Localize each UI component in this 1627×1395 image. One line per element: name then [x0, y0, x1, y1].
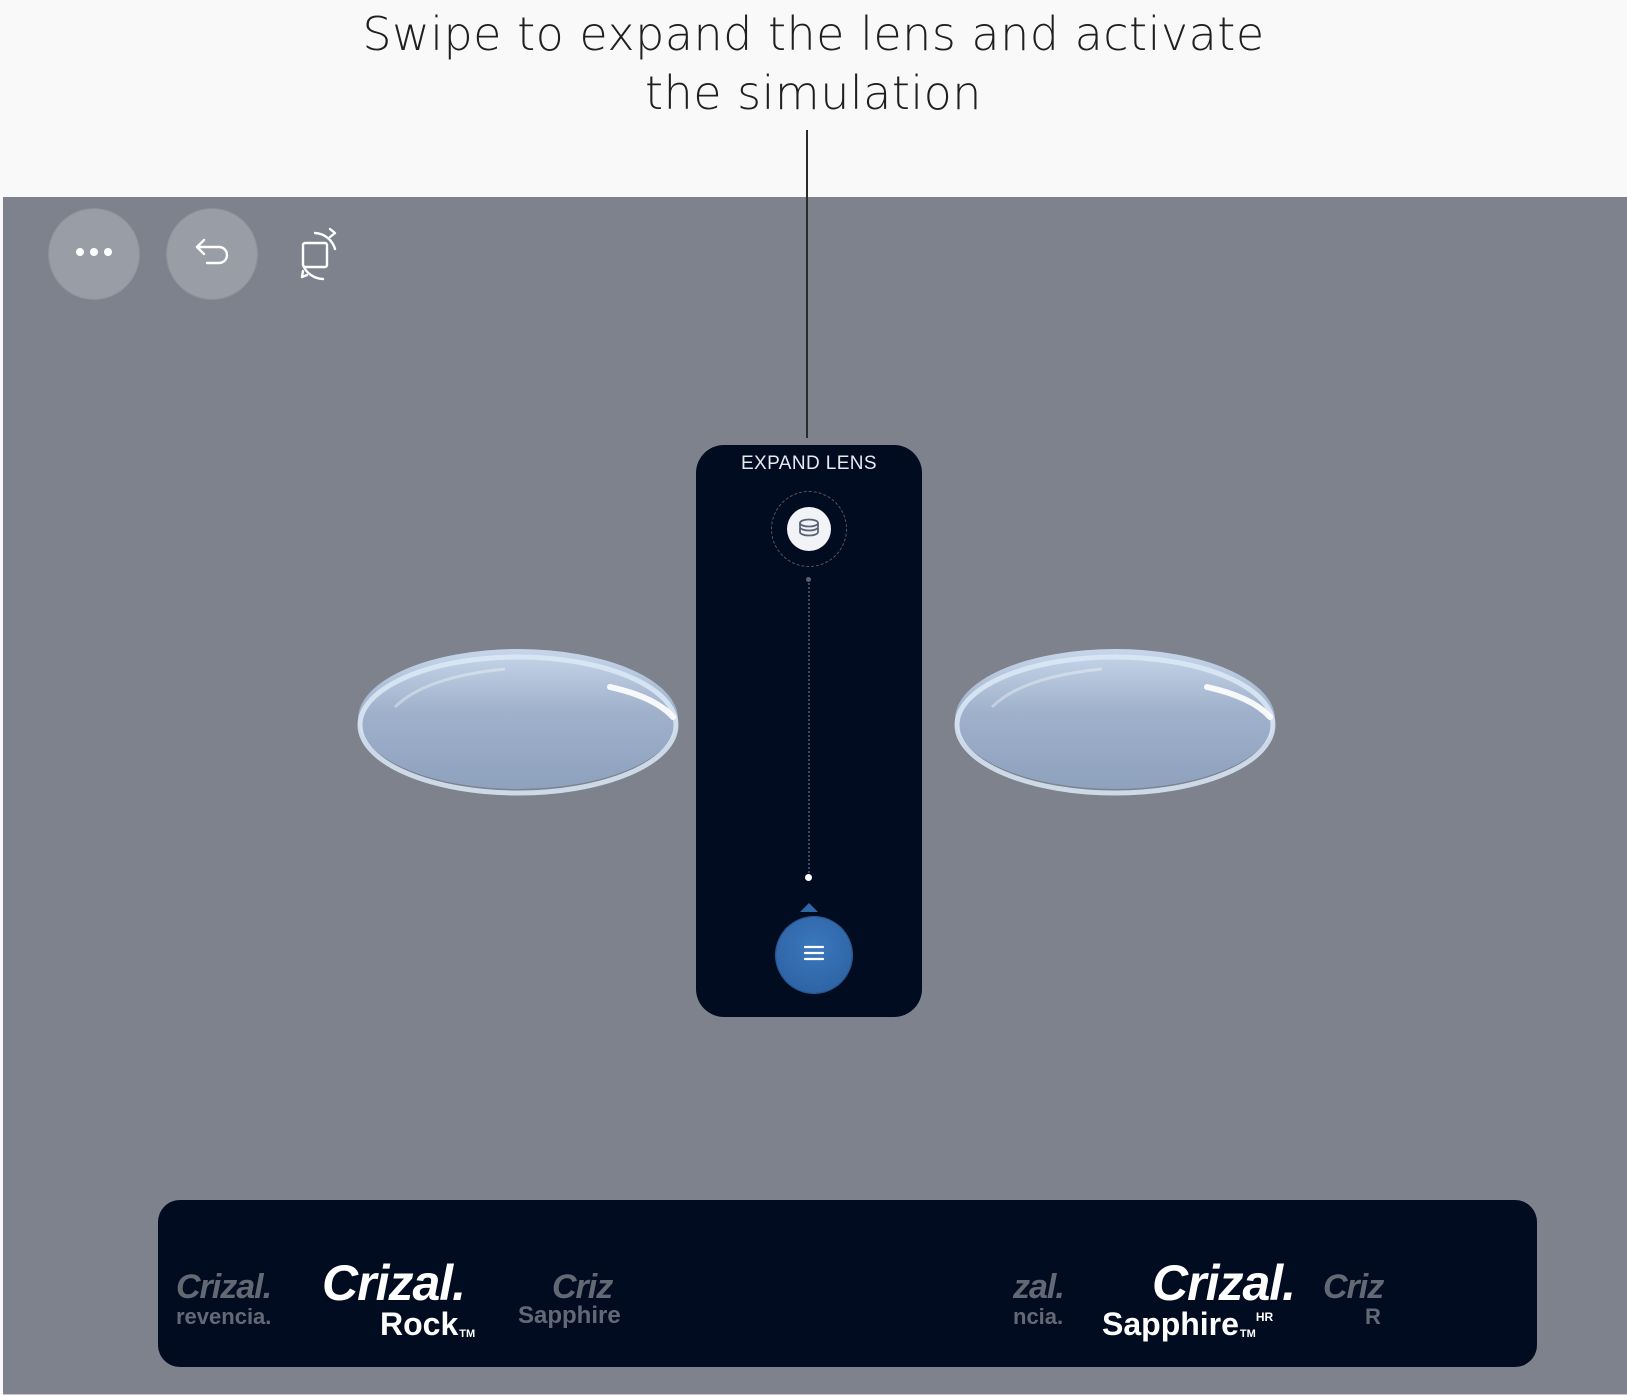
more-options-button[interactable] [49, 209, 139, 299]
product-name: Sapphire [1102, 1306, 1239, 1342]
product-name: revencia. [176, 1304, 272, 1329]
carousel-item-crizal-rock[interactable]: Crizal. RockTM [322, 1258, 475, 1340]
hr-superscript: HR [1255, 1310, 1274, 1324]
carousel-item-crizal-prevencia-2[interactable]: zal. ncia. [1013, 1268, 1065, 1329]
left-lens-image [357, 649, 679, 796]
undo-button[interactable] [167, 209, 257, 299]
product-name: R [1365, 1304, 1381, 1329]
ellipsis-icon [74, 245, 114, 263]
carousel-item-crizal-prevencia[interactable]: Crizal. revencia. [176, 1268, 272, 1329]
carousel-item-crizal-rock-2[interactable]: Criz R [1323, 1268, 1384, 1329]
lens-product-carousel[interactable]: Crizal. revencia. Crizal. RockTM Criz Sa… [158, 1200, 1537, 1367]
product-brand: Criz [1323, 1268, 1384, 1306]
swipe-track [808, 583, 810, 881]
undo-arrow-icon [192, 232, 232, 277]
product-brand: Crizal. [176, 1268, 272, 1306]
product-name-line: SapphireTM HR [1102, 1308, 1295, 1340]
expand-target[interactable] [771, 491, 847, 567]
product-name-line: RockTM [380, 1308, 475, 1340]
track-end-dot [805, 874, 812, 881]
lens-stack-icon [787, 507, 831, 551]
expand-lens-title: EXPAND LENS [740, 453, 878, 474]
annotation-leader-line [806, 130, 808, 438]
product-name: Sapphire [518, 1302, 621, 1329]
rotate-view-button[interactable] [285, 221, 355, 291]
product-name: Rock [380, 1306, 459, 1342]
carousel-item-crizal-sapphire-hr[interactable]: Crizal. SapphireTM HR [1102, 1255, 1296, 1340]
annotation-line-2: the simulation [645, 66, 982, 120]
menu-lines-icon [802, 944, 826, 967]
trademark-mark: TM [459, 1328, 476, 1340]
trademark-mark: TM [1239, 1328, 1256, 1340]
track-start-dot [806, 577, 811, 582]
swipe-slider-knob[interactable] [776, 917, 852, 993]
carousel-item-crizal-sapphire[interactable]: Criz Sapphire [518, 1270, 621, 1328]
annotation-line-1: Swipe to expand the lens and activate [362, 7, 1265, 61]
product-brand: Crizal. [1152, 1255, 1296, 1311]
product-brand: Criz [552, 1268, 613, 1306]
right-lens-image [954, 649, 1276, 796]
rotate-device-icon [285, 227, 355, 295]
app-screen: EXPAND LENS Crizal. revencia. Crizal. Ro… [3, 197, 1627, 1395]
product-brand: Crizal. [322, 1255, 466, 1311]
expand-lens-panel: EXPAND LENS [696, 445, 922, 1017]
product-name: ncia. [1013, 1304, 1064, 1329]
up-arrow-icon [800, 903, 818, 912]
product-brand: zal. [1013, 1268, 1065, 1306]
